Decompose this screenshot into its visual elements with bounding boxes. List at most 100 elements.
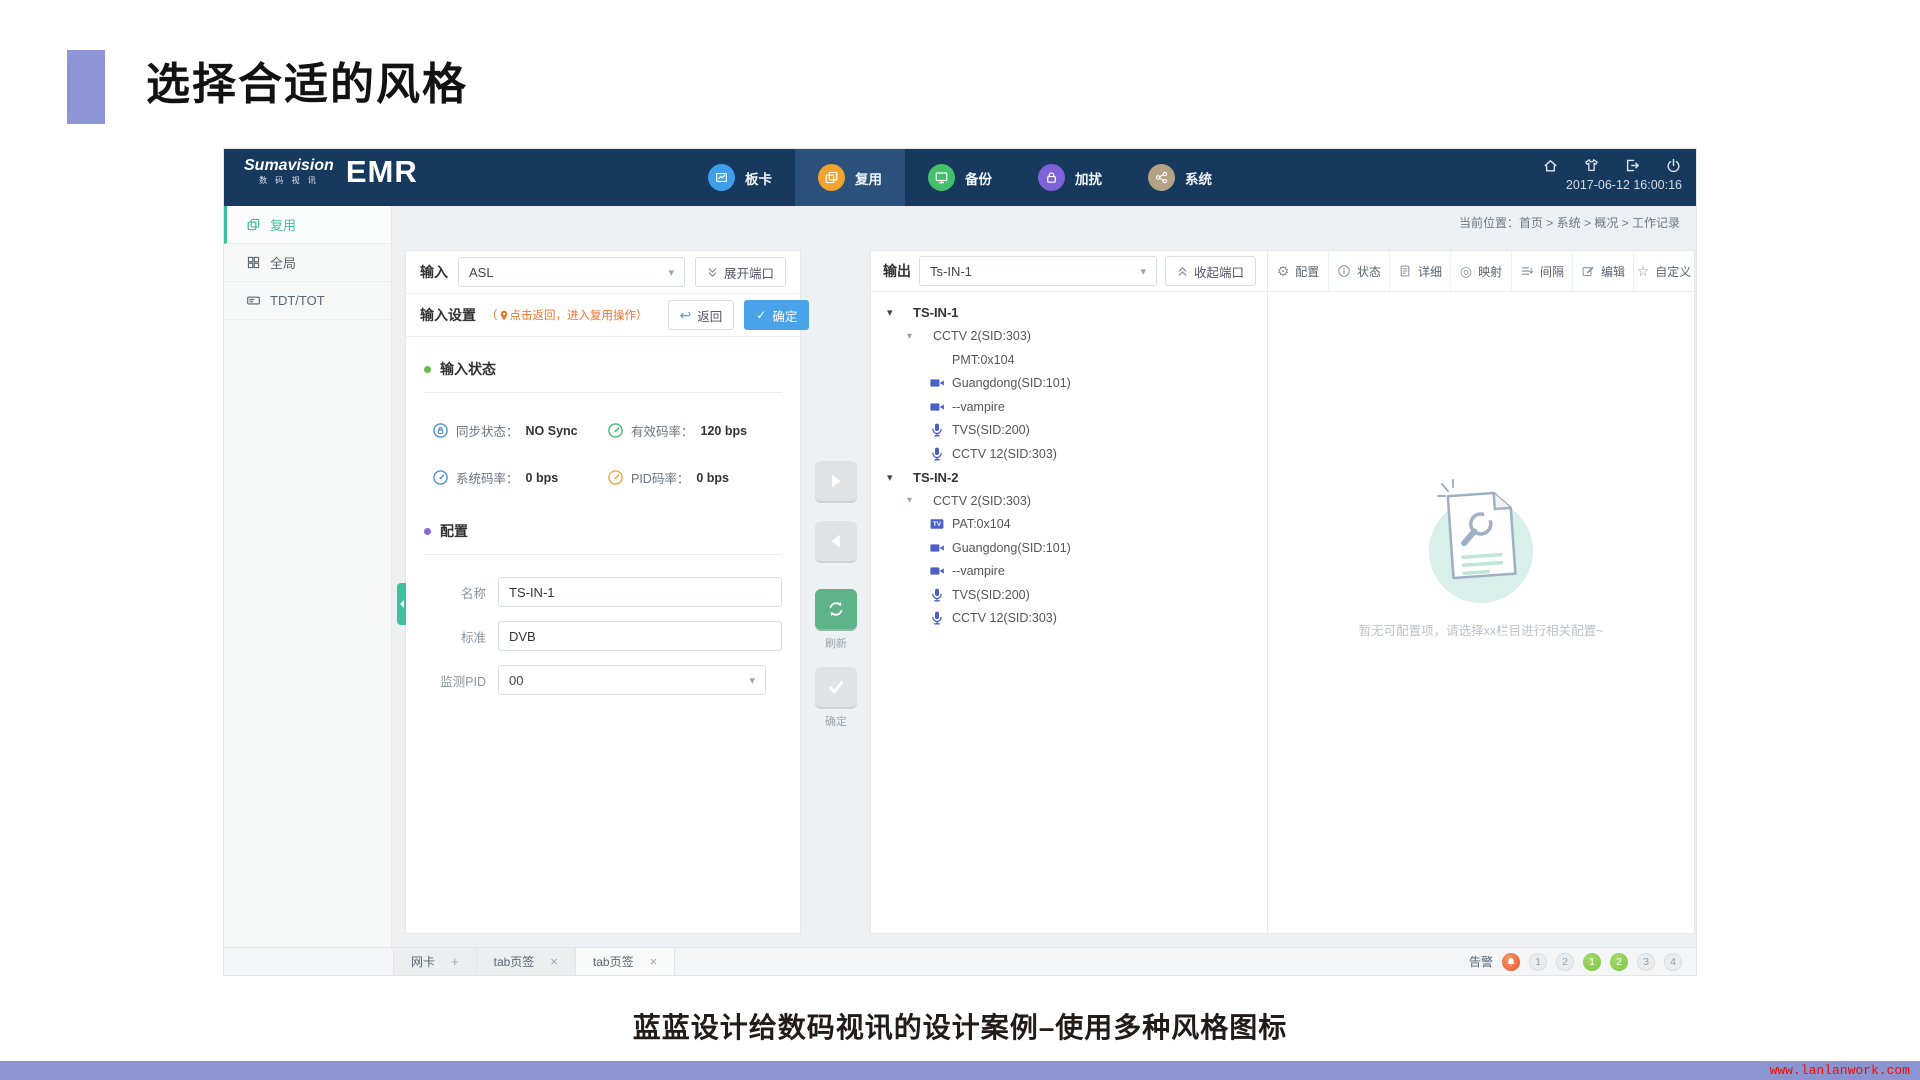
emr-app-window: Sumavision 数 码 视 讯 EMR 板卡 复用 备份 [224, 149, 1696, 975]
toolbar-edit[interactable]: 编辑 [1572, 251, 1633, 291]
input-source-select[interactable]: ASL ▾ [458, 257, 685, 287]
app-logo: Sumavision 数 码 视 讯 EMR [244, 156, 418, 191]
output-port-select[interactable]: Ts-IN-1 ▾ [919, 256, 1157, 286]
home-icon[interactable] [1542, 157, 1559, 174]
edit-icon [1581, 264, 1595, 278]
status-system-rate: 系统码率：0 bps [432, 468, 607, 487]
tree-leaf-video[interactable]: --vampire [871, 395, 1267, 419]
tree-leaf-pat[interactable]: PAT:0x104 [871, 513, 1267, 537]
copy-icon [246, 217, 261, 232]
logout-icon[interactable] [1624, 157, 1641, 174]
microphone-icon [929, 446, 945, 462]
alarm-badge[interactable]: 2 [1556, 953, 1574, 971]
move-right-button[interactable] [815, 461, 857, 501]
tab-page-1[interactable]: tab页签 × [476, 948, 576, 975]
move-left-button[interactable] [815, 521, 857, 561]
alarm-badge[interactable]: 3 [1637, 953, 1655, 971]
status-effective-rate: 有效码率：120 bps [607, 421, 782, 440]
undo-icon: ↩ [680, 308, 692, 322]
arrow-left-icon [827, 532, 845, 550]
nav-item-backup[interactable]: 备份 [905, 149, 1015, 206]
input-select-row: 输入 ASL ▾ 展开端口 [406, 251, 800, 294]
tab-network-card[interactable]: 网卡 + [393, 948, 477, 975]
nav-item-board-card[interactable]: 板卡 [685, 149, 795, 206]
field-name: 名称 [424, 577, 782, 607]
back-button[interactable]: ↩ 返回 [668, 300, 735, 330]
tree-node-ts-in-2[interactable]: ▾TS-IN-2 [871, 466, 1267, 490]
double-chevron-up-icon [1177, 266, 1188, 277]
sidebar-item-global[interactable]: 全局 [224, 244, 391, 282]
app-header: Sumavision 数 码 视 讯 EMR 板卡 复用 备份 [224, 149, 1696, 206]
sync-status-icon [432, 422, 449, 439]
alarm-badge[interactable]: 2 [1610, 953, 1628, 971]
field-standard: 标准 [424, 621, 782, 651]
video-camera-icon [929, 375, 945, 391]
output-panel: 输出 Ts-IN-1 ▾ 收起端口 ⚙配置 状态 详细 ◎映射 间隔 [870, 250, 1695, 934]
sidebar-item-tdt-tot[interactable]: TDT/TOT [224, 282, 391, 320]
apply-button[interactable] [815, 667, 857, 707]
bell-icon [1506, 957, 1516, 967]
tree-leaf-audio[interactable]: CCTV 12(SID:303) [871, 442, 1267, 466]
tree-leaf-video[interactable]: Guangdong(SID:101) [871, 372, 1267, 396]
tree-leaf-video[interactable]: --vampire [871, 560, 1267, 584]
tree-node-service[interactable]: ▾CCTV 2(SID:303) [871, 489, 1267, 513]
grid-icon [246, 255, 261, 270]
tree-leaf-pmt[interactable]: PMT:0x104 [871, 348, 1267, 372]
nav-item-mux[interactable]: 复用 [795, 149, 905, 206]
tree-leaf-video[interactable]: Guangdong(SID:101) [871, 536, 1267, 560]
tab-page-2[interactable]: tab页签 × [575, 948, 675, 975]
tree-node-ts-in-1[interactable]: ▾TS-IN-1 [871, 301, 1267, 325]
sidebar-item-mux[interactable]: 复用 [224, 206, 391, 244]
alarm-bell-badge[interactable] [1502, 953, 1520, 971]
card-icon [246, 293, 261, 308]
main-nav: 板卡 复用 备份 加扰 系统 [685, 149, 1235, 206]
nav-item-system[interactable]: 系统 [1125, 149, 1235, 206]
video-camera-icon [929, 399, 945, 415]
page-title: 选择合适的风格 [146, 48, 468, 112]
close-tab-icon[interactable]: × [550, 954, 558, 969]
power-icon[interactable] [1665, 157, 1682, 174]
config-section-title: 配置 [440, 521, 468, 541]
nav-item-scramble[interactable]: 加扰 [1015, 149, 1125, 206]
chevron-down-icon: ▾ [1140, 265, 1146, 278]
backup-icon [928, 164, 955, 191]
close-tab-icon[interactable]: × [650, 954, 658, 969]
document-icon [1398, 264, 1412, 278]
standard-field[interactable] [498, 621, 782, 651]
add-tab-icon[interactable]: + [451, 954, 459, 969]
tree-leaf-audio[interactable]: TVS(SID:200) [871, 419, 1267, 443]
confirm-button[interactable]: ✓ 确定 [744, 300, 809, 330]
refresh-button[interactable] [815, 589, 857, 629]
datetime: 2017-06-12 16:00:16 [1542, 178, 1682, 192]
alarm-badge[interactable]: 1 [1529, 953, 1547, 971]
caret-down-icon: ▾ [887, 471, 913, 484]
chevron-down-icon: ▾ [749, 674, 755, 687]
sidebar: 复用 全局 TDT/TOT [224, 206, 392, 947]
toolbar-config[interactable]: ⚙配置 [1268, 251, 1328, 291]
microphone-icon [929, 587, 945, 603]
toolbar-mapping[interactable]: ◎映射 [1450, 251, 1511, 291]
alarm-badge[interactable]: 4 [1664, 953, 1682, 971]
output-toolbar-row: 输出 Ts-IN-1 ▾ 收起端口 ⚙配置 状态 详细 ◎映射 间隔 [871, 251, 1694, 292]
toolbar-custom[interactable]: ☆自定义 [1633, 251, 1694, 291]
name-field[interactable] [498, 577, 782, 607]
alarm-badge[interactable]: 1 [1583, 953, 1601, 971]
monitor-pid-select[interactable]: 00 ▾ [498, 665, 766, 695]
theme-shirt-icon[interactable] [1583, 157, 1600, 174]
output-toolbar: ⚙配置 状态 详细 ◎映射 间隔 编辑 ☆自定义 [1268, 251, 1694, 291]
video-camera-icon [929, 563, 945, 579]
collapse-ports-button[interactable]: 收起端口 [1165, 256, 1256, 286]
tree-leaf-audio[interactable]: CCTV 12(SID:303) [871, 607, 1267, 631]
expand-ports-button[interactable]: 展开端口 [695, 257, 786, 287]
tree-node-service[interactable]: ▾CCTV 2(SID:303) [871, 325, 1267, 349]
tree-leaf-audio[interactable]: TVS(SID:200) [871, 583, 1267, 607]
gauge-icon [607, 422, 624, 439]
toolbar-detail[interactable]: 详细 [1389, 251, 1450, 291]
panel-collapse-handle[interactable] [397, 583, 406, 625]
input-settings-row: 输入设置 （点击返回，进入复用操作） ↩ 返回 ✓ 确定 [406, 294, 800, 337]
brand-name: Sumavision [244, 157, 334, 175]
video-camera-icon [929, 540, 945, 556]
toolbar-status[interactable]: 状态 [1328, 251, 1389, 291]
refresh-icon [827, 600, 845, 618]
toolbar-interval[interactable]: 间隔 [1511, 251, 1572, 291]
